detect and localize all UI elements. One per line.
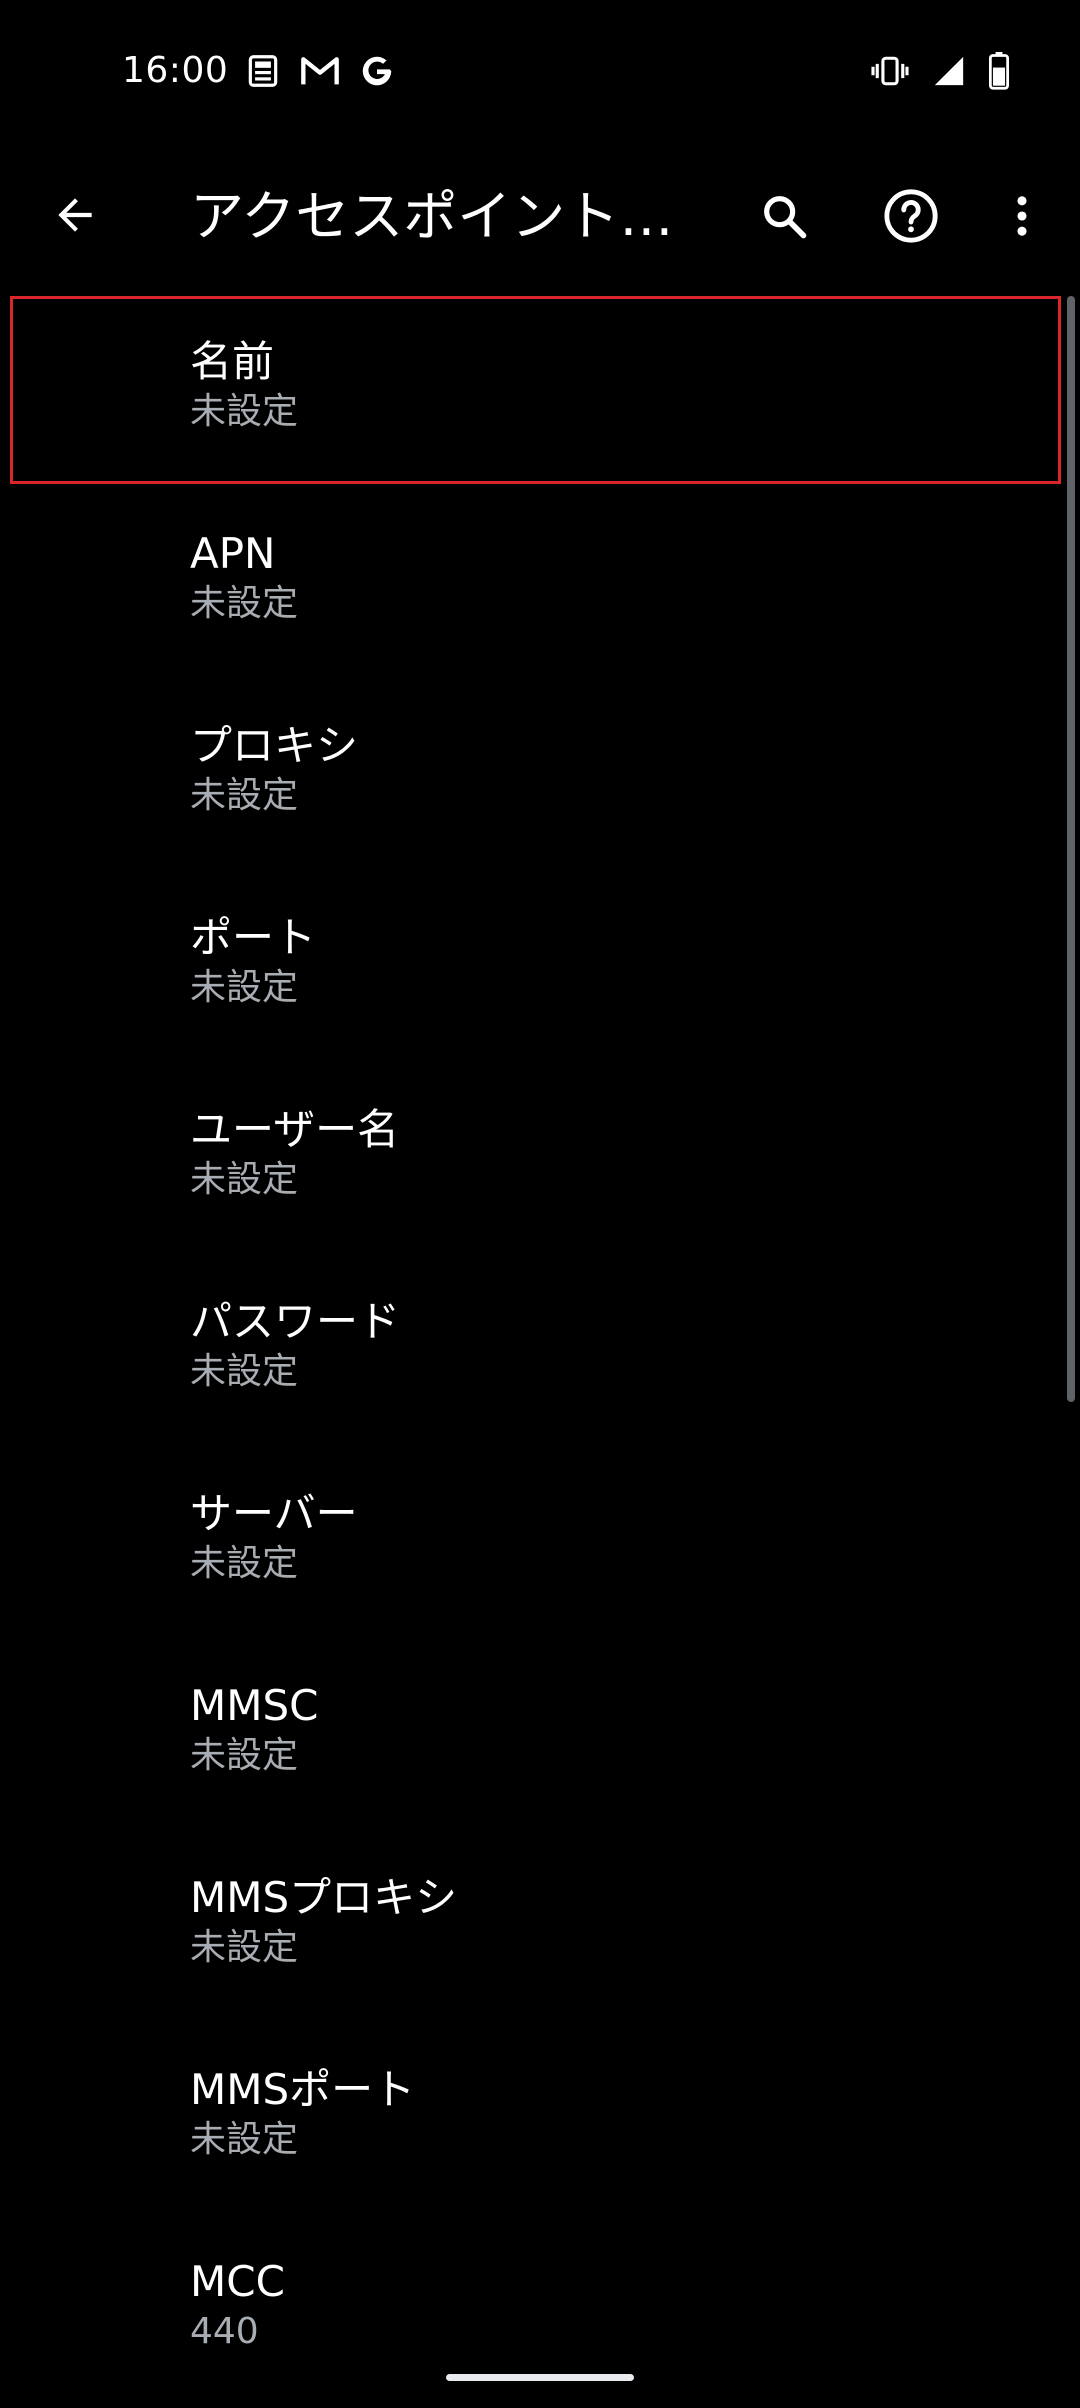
search-icon (758, 190, 810, 246)
scrollbar[interactable] (1067, 296, 1075, 1402)
help-icon (882, 187, 940, 249)
setting-value: 未設定 (190, 1351, 299, 1392)
setting-value: 未設定 (190, 2119, 299, 2160)
setting-username[interactable]: ユーザー名 未設定 (0, 1064, 1064, 1256)
setting-value: 未設定 (190, 391, 299, 432)
news-icon (244, 52, 282, 90)
setting-value: 未設定 (190, 967, 299, 1008)
page-title: アクセスポイントの… (190, 185, 710, 248)
setting-label: パスワード (190, 1297, 401, 1346)
back-arrow-icon (50, 190, 100, 244)
setting-name[interactable]: 名前 未設定 (10, 296, 1061, 484)
help-button[interactable] (875, 182, 947, 254)
status-time: 16:00 (122, 50, 229, 91)
search-button[interactable] (748, 182, 820, 254)
back-button[interactable] (40, 182, 110, 252)
setting-password[interactable]: パスワード 未設定 (0, 1256, 1064, 1448)
setting-mms-proxy[interactable]: MMSプロキシ 未設定 (0, 1832, 1064, 2024)
gmail-icon (300, 53, 340, 89)
setting-label: MMSプロキシ (190, 1873, 458, 1922)
vibrate-icon (870, 54, 910, 88)
setting-value: 未設定 (190, 583, 299, 624)
setting-value: 未設定 (190, 1735, 299, 1776)
google-icon (358, 52, 396, 90)
setting-value: 未設定 (190, 1159, 299, 1200)
setting-proxy[interactable]: プロキシ 未設定 (0, 680, 1064, 872)
setting-value: 未設定 (190, 775, 299, 816)
setting-label: 名前 (190, 337, 275, 386)
setting-value: 未設定 (190, 1543, 299, 1584)
gesture-navigation-bar[interactable] (446, 2374, 634, 2381)
setting-label: プロキシ (190, 721, 359, 770)
status-system-icons (870, 52, 1010, 90)
setting-label: サーバー (190, 1489, 358, 1538)
status-notification-icons (244, 52, 396, 90)
apn-settings-list: 名前 未設定 APN 未設定 プロキシ 未設定 ポート 未設定 ユーザー名 未設… (0, 296, 1064, 2408)
setting-label: APN (190, 529, 276, 578)
setting-label: MCC (190, 2257, 285, 2306)
battery-icon (988, 52, 1010, 90)
more-options-button[interactable] (986, 182, 1058, 254)
setting-label: MMSポート (190, 2065, 416, 2114)
app-bar: アクセスポイントの… (0, 170, 1080, 270)
signal-icon (932, 54, 966, 88)
setting-label: ユーザー名 (190, 1105, 400, 1154)
setting-port[interactable]: ポート 未設定 (0, 872, 1064, 1064)
status-bar: 16:00 (0, 0, 1080, 110)
setting-value: 未設定 (190, 1927, 299, 1968)
more-vert-icon (996, 190, 1048, 246)
setting-mmsc[interactable]: MMSC 未設定 (0, 1640, 1064, 1832)
setting-label: MMSC (190, 1681, 319, 1730)
setting-label: ポート (190, 913, 317, 962)
setting-apn[interactable]: APN 未設定 (0, 488, 1064, 680)
setting-mms-port[interactable]: MMSポート 未設定 (0, 2024, 1064, 2216)
setting-value: 440 (190, 2311, 259, 2352)
setting-server[interactable]: サーバー 未設定 (0, 1448, 1064, 1640)
